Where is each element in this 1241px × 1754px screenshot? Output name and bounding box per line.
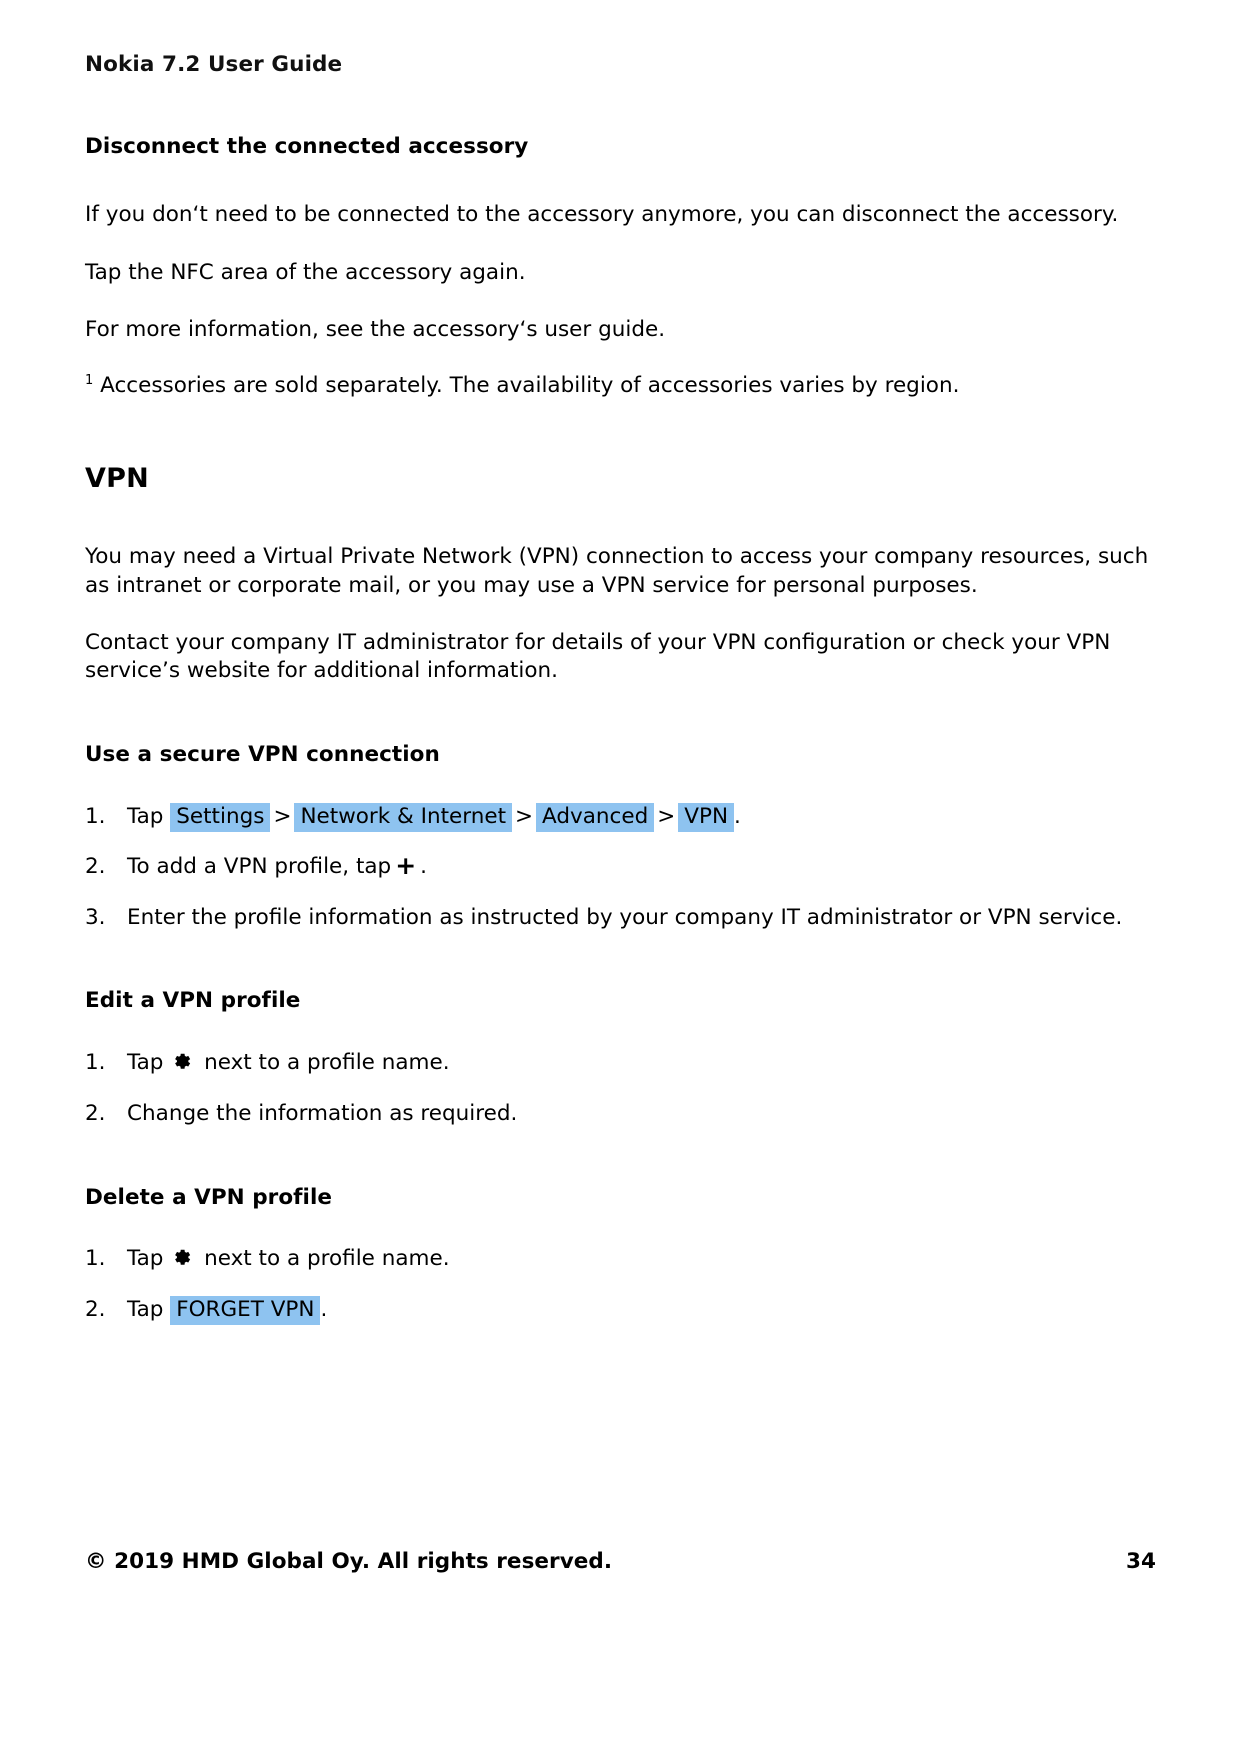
list-item: 1. Tap next to a profile name.	[85, 1049, 1156, 1078]
paragraph-more-information: For more information, see the accessory‘…	[85, 316, 666, 342]
step-text-lead: Tap	[127, 1050, 164, 1076]
heading-use-secure-vpn-connection: Use a secure VPN connection	[85, 741, 440, 767]
step-text-lead: Tap	[127, 803, 164, 829]
chip-separator: >	[657, 803, 676, 829]
ui-chip-settings[interactable]: Settings	[170, 802, 271, 832]
step-number: 2.	[85, 1100, 106, 1126]
heading-vpn: VPN	[85, 463, 149, 495]
paragraph-disconnect-intro: If you don‘t need to be connected to the…	[85, 201, 1119, 227]
ui-chip-advanced[interactable]: Advanced	[536, 802, 655, 832]
chip-separator: >	[515, 803, 534, 829]
footnote-accessories: 1 Accessories are sold separately. The a…	[85, 372, 1156, 401]
step-number: 1.	[85, 803, 106, 829]
step-number: 3.	[85, 904, 106, 930]
step-number: 1.	[85, 1050, 106, 1076]
list-item: 2. Change the information as required.	[85, 1100, 1156, 1129]
step-text-trailing: next to a profile name.	[204, 1246, 450, 1272]
step-text-trailing: .	[734, 803, 741, 829]
footnote-text: Accessories are sold separately. The ava…	[93, 373, 960, 399]
steps-delete-vpn-profile: 1. Tap next to a profile name. 2. Tap FO…	[85, 1245, 1156, 1325]
list-item: 1. Tap Settings > Network & Internet > Advan…	[85, 802, 1156, 832]
step-number: 1.	[85, 1246, 106, 1272]
paragraph-vpn-contact-admin: Contact your company IT administrator fo…	[85, 629, 1111, 684]
gear-icon[interactable]	[172, 1246, 194, 1268]
step-text-trailing: next to a profile name.	[204, 1050, 450, 1076]
plus-icon[interactable]: +	[395, 853, 416, 878]
paragraph-vpn-intro: You may need a Virtual Private Network (…	[85, 544, 1149, 599]
list-item: 2. To add a VPN profile, tap +.	[85, 853, 1156, 882]
step-text-trailing: .	[420, 854, 428, 880]
paragraph-tap-nfc-area: Tap the NFC area of the accessory again.	[85, 260, 526, 286]
heading-disconnect-accessory: Disconnect the connected accessory	[85, 133, 529, 159]
heading-delete-vpn-profile: Delete a VPN profile	[85, 1184, 333, 1210]
step-text-trailing: .	[320, 1297, 328, 1322]
page-content: Disconnect the connected accessory If yo…	[85, 134, 1156, 1325]
steps-edit-vpn-profile: 1. Tap next to a profile name. 2. Change…	[85, 1049, 1156, 1128]
ui-chip-vpn[interactable]: VPN	[678, 802, 735, 832]
ui-chip-forget-vpn[interactable]: FORGET VPN	[170, 1296, 321, 1325]
chip-separator: >	[273, 803, 292, 829]
page-footer: © 2019 HMD Global Oy. All rights reserve…	[85, 1549, 1156, 1574]
gear-icon[interactable]	[172, 1050, 194, 1072]
footer-copyright: © 2019 HMD Global Oy. All rights reserve…	[85, 1549, 613, 1574]
list-item: 3. Enter the profile information as inst…	[85, 904, 1156, 933]
step-text-lead: To add a VPN profile, tap	[127, 854, 392, 880]
document-page: Nokia 7.2 User Guide Disconnect the conn…	[0, 0, 1241, 1754]
step-number: 2.	[85, 1297, 106, 1322]
ui-chip-network-and-internet[interactable]: Network & Internet	[294, 802, 513, 832]
running-head: Nokia 7.2 User Guide	[85, 52, 343, 77]
step-text: Change the information as required.	[127, 1100, 518, 1126]
step-number: 2.	[85, 854, 106, 880]
steps-use-secure-vpn: 1. Tap Settings > Network & Internet > Advan…	[85, 802, 1156, 933]
step-text-lead: Tap	[127, 1246, 164, 1272]
step-text: Enter the profile information as instruc…	[127, 904, 1123, 930]
heading-edit-vpn-profile: Edit a VPN profile	[85, 988, 301, 1014]
footer-page-number: 34	[1125, 1549, 1156, 1574]
step-text-lead: Tap	[127, 1297, 164, 1322]
list-item: 1. Tap next to a profile name.	[85, 1245, 1156, 1274]
list-item: 2. Tap FORGET VPN.	[85, 1296, 1156, 1325]
